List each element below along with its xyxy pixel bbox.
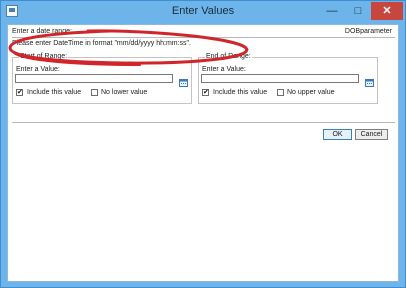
title-bar[interactable]: Enter Values — □ ✕ (1, 1, 405, 23)
end-range-group: End of Range: Enter a Value: ✔ Include t… (198, 53, 378, 104)
start-value-label: Enter a Value: (16, 66, 60, 73)
dialog-body: Enter a date range: DOBparameter Please … (7, 24, 399, 282)
end-range-title: End of Range: (205, 53, 252, 60)
enter-values-window: Enter Values — □ ✕ Enter a date range: D… (0, 0, 406, 288)
header-divider (12, 37, 395, 38)
start-range-group: Start of Range: Enter a Value: ✔ Include… (12, 53, 192, 104)
start-include-label: Include this value (27, 89, 82, 96)
cancel-button[interactable]: Cancel (355, 129, 388, 140)
no-lower-value-checkbox[interactable] (91, 89, 98, 96)
start-value-input[interactable] (15, 74, 173, 83)
button-divider (12, 122, 395, 123)
minimize-button[interactable]: — (319, 2, 345, 20)
end-include-label: Include this value (213, 89, 268, 96)
close-button[interactable]: ✕ (371, 2, 403, 20)
end-value-input[interactable] (201, 74, 359, 83)
calendar-icon[interactable] (365, 74, 374, 87)
start-range-title: Start of Range: (19, 53, 69, 60)
parameter-name: DOBparameter (344, 28, 392, 35)
no-upper-value-label: No upper value (287, 89, 335, 96)
format-prompt: Please enter DateTime in format "mm/dd/y… (12, 40, 191, 47)
calendar-icon[interactable] (179, 74, 188, 87)
end-include-checkbox[interactable]: ✔ (202, 89, 209, 96)
end-value-label: Enter a Value: (202, 66, 246, 73)
date-range-header: Enter a date range: (12, 28, 72, 35)
no-lower-value-label: No lower value (101, 89, 148, 96)
ok-button[interactable]: OK (323, 129, 352, 140)
start-include-checkbox[interactable]: ✔ (16, 89, 23, 96)
no-upper-value-checkbox[interactable] (277, 89, 284, 96)
maximize-button[interactable]: □ (345, 2, 371, 20)
